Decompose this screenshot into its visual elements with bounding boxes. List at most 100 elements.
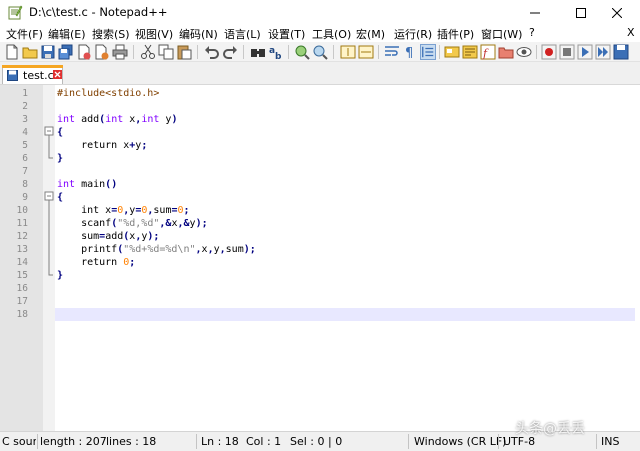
line-code: { xyxy=(57,192,64,203)
code-line: 11 scanf("%d,%d",&x,&y); xyxy=(0,217,640,230)
svg-text:b: b xyxy=(275,52,282,60)
fold-marker-main[interactable] xyxy=(44,191,54,282)
toolbar: ab ¶ f xyxy=(0,42,640,62)
code-line: 4 { xyxy=(0,126,640,139)
file-saved-icon xyxy=(7,70,18,81)
code-line: 5 return x+y; xyxy=(0,139,640,152)
line-code: return 0; xyxy=(57,257,136,268)
open-file-icon[interactable] xyxy=(22,44,38,60)
menu-search[interactable]: 搜索(S) xyxy=(92,26,130,42)
code-line: 14 return 0; xyxy=(0,256,640,269)
indent-guide-icon[interactable] xyxy=(420,44,436,60)
status-ln: Ln : 18 xyxy=(201,435,239,448)
line-code: int x=0,y=0,sum=0; xyxy=(57,205,190,216)
menu-plugins[interactable]: 插件(P) xyxy=(437,26,474,42)
code-line: 16 xyxy=(0,282,640,295)
save-icon[interactable] xyxy=(40,44,56,60)
menu-macro[interactable]: 宏(M) xyxy=(356,26,385,42)
new-file-icon[interactable] xyxy=(4,44,20,60)
fold-marker-add[interactable] xyxy=(44,126,54,165)
zoom-out-icon[interactable] xyxy=(312,44,328,60)
line-code: int add(int x,int y) xyxy=(57,114,178,125)
monitoring-icon[interactable] xyxy=(516,44,532,60)
line-number: 11 xyxy=(16,218,28,229)
user-language-icon[interactable] xyxy=(444,44,460,60)
show-all-chars-icon[interactable]: ¶ xyxy=(402,44,418,60)
line-number: 14 xyxy=(16,257,28,268)
menu-file[interactable]: 文件(F) xyxy=(6,26,43,42)
code-line: 3 int add(int x,int y) xyxy=(0,113,640,126)
find-icon[interactable] xyxy=(250,44,266,60)
undo-icon[interactable] xyxy=(204,44,220,60)
menu-settings[interactable]: 设置(T) xyxy=(268,26,305,42)
function-list-icon[interactable]: f xyxy=(480,44,496,60)
line-code: int main() xyxy=(57,179,118,190)
notepad-plus-plus-icon xyxy=(8,5,23,20)
copy-icon[interactable] xyxy=(158,44,174,60)
folder-workspace-icon[interactable] xyxy=(498,44,514,60)
status-mode[interactable]: INS xyxy=(601,435,619,448)
code-line: 15 } xyxy=(0,269,640,282)
save-all-icon[interactable] xyxy=(58,44,74,60)
minimize-button[interactable] xyxy=(512,0,558,25)
tab-bar: test.c xyxy=(0,62,640,84)
cut-icon[interactable] xyxy=(140,44,156,60)
line-number: 8 xyxy=(22,179,28,190)
menu-language[interactable]: 语言(L) xyxy=(224,26,261,42)
status-language: C sour xyxy=(2,435,36,448)
close-all-icon[interactable] xyxy=(94,44,110,60)
status-separator xyxy=(196,434,197,449)
close-document-button[interactable]: X xyxy=(627,26,635,39)
code-line: 9 { xyxy=(0,191,640,204)
record-macro-icon[interactable] xyxy=(541,44,557,60)
menu-window[interactable]: 窗口(W) xyxy=(481,26,522,42)
toolbar-separator xyxy=(333,45,334,59)
stop-record-icon[interactable] xyxy=(559,44,575,60)
zoom-in-icon[interactable] xyxy=(294,44,310,60)
menu-bar: 文件(F) 编辑(E) 搜索(S) 视图(V) 编码(N) 语言(L) 设置(T… xyxy=(0,25,640,42)
code-line: 13 printf("%d+%d=%d\n",x,y,sum); xyxy=(0,243,640,256)
play-macro-icon[interactable] xyxy=(577,44,593,60)
sync-horizontal-icon[interactable] xyxy=(358,44,374,60)
code-line: 10 int x=0,y=0,sum=0; xyxy=(0,204,640,217)
line-number: 16 xyxy=(16,283,28,294)
word-wrap-icon[interactable] xyxy=(384,44,400,60)
window-title: D:\c\test.c - Notepad++ xyxy=(29,5,168,19)
menu-edit[interactable]: 编辑(E) xyxy=(48,26,86,42)
redo-icon[interactable] xyxy=(222,44,238,60)
print-icon[interactable] xyxy=(112,44,128,60)
status-separator xyxy=(596,434,597,449)
menu-view[interactable]: 视图(V) xyxy=(135,26,173,42)
tab-close-icon[interactable] xyxy=(53,70,62,79)
toolbar-separator xyxy=(243,45,244,59)
menu-run[interactable]: 运行(R) xyxy=(394,26,432,42)
doc-map-icon[interactable] xyxy=(462,44,478,60)
code-line: 18 xyxy=(0,308,640,321)
line-code: } xyxy=(57,270,64,281)
code-editor[interactable]: 1 #include<stdio.h> 2 3 int add(int x,in… xyxy=(0,84,640,432)
line-number: 1 xyxy=(22,88,28,99)
tab-test-c[interactable]: test.c xyxy=(2,65,63,84)
run-macro-multiple-icon[interactable] xyxy=(595,44,611,60)
toolbar-separator xyxy=(536,45,537,59)
line-code: scanf("%d,%d",&x,&y); xyxy=(57,218,208,229)
line-number: 5 xyxy=(22,140,28,151)
code-line: 2 xyxy=(0,100,640,113)
save-macro-icon[interactable] xyxy=(613,44,629,60)
replace-icon[interactable]: ab xyxy=(268,44,284,60)
line-number: 2 xyxy=(22,101,28,112)
sync-vertical-icon[interactable] xyxy=(340,44,356,60)
menu-help[interactable]: ? xyxy=(529,26,535,39)
close-button[interactable] xyxy=(594,0,640,25)
close-icon[interactable] xyxy=(76,44,92,60)
paste-icon[interactable] xyxy=(176,44,192,60)
menu-tools[interactable]: 工具(O) xyxy=(312,26,351,42)
title-bar: D:\c\test.c - Notepad++ xyxy=(0,0,640,25)
line-number: 15 xyxy=(16,270,28,281)
line-number: 6 xyxy=(22,153,28,164)
line-number: 3 xyxy=(22,114,28,125)
status-eol[interactable]: Windows (CR LF) xyxy=(414,435,506,448)
line-number: 7 xyxy=(22,166,28,177)
status-length: length : 207 xyxy=(40,435,107,448)
menu-encoding[interactable]: 编码(N) xyxy=(179,26,218,42)
